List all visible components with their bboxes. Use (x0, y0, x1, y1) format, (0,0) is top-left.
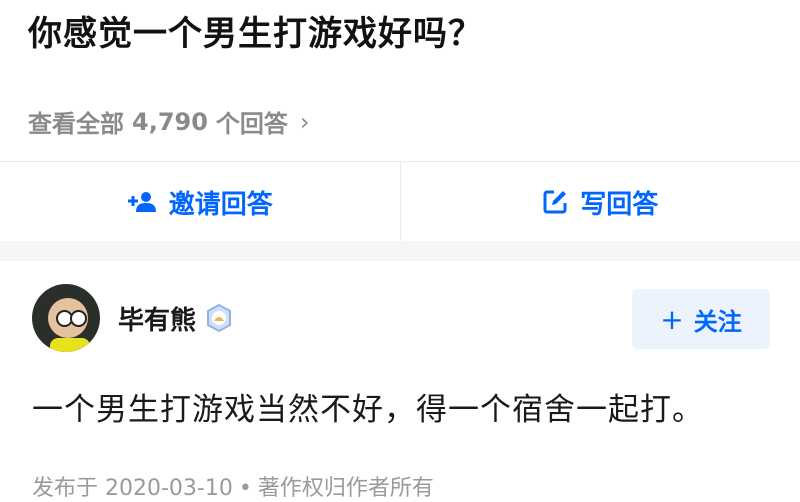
answer-meta: 发布于 2020-03-10•著作权归作者所有 (32, 470, 434, 502)
copyright-notice: 著作权归作者所有 (258, 476, 434, 501)
answer-count: 4,790 (132, 108, 208, 136)
edit-icon (542, 189, 568, 215)
invite-answer-button[interactable]: 邀请回答 (0, 162, 400, 242)
view-all-answers-link[interactable]: 查看全部 4,790 个回答 › (28, 104, 310, 139)
follow-button[interactable]: + 关注 (632, 289, 770, 349)
action-bar: 邀请回答 写回答 (0, 161, 800, 242)
verified-badge-icon (204, 303, 234, 333)
author-row: 毕有熊 (32, 284, 234, 352)
avatar[interactable] (32, 284, 100, 352)
section-separator (0, 241, 800, 261)
follow-label: 关注 (694, 302, 742, 337)
meta-separator: • (239, 476, 252, 501)
author-name[interactable]: 毕有熊 (118, 300, 196, 337)
answer-content: 一个男生打游戏当然不好，得一个宿舍一起打。 (32, 384, 704, 429)
view-all-suffix: 个回答 (216, 104, 288, 139)
chevron-right-icon: › (300, 108, 310, 136)
write-answer-button[interactable]: 写回答 (401, 162, 800, 242)
invite-answer-label: 邀请回答 (169, 184, 273, 221)
plus-icon: + (660, 303, 683, 336)
publish-date: 发布于 2020-03-10 (32, 476, 233, 501)
question-title: 你感觉一个男生打游戏好吗？ (28, 6, 483, 55)
add-person-icon (127, 191, 157, 213)
view-all-prefix: 查看全部 (28, 104, 124, 139)
write-answer-label: 写回答 (580, 184, 658, 221)
